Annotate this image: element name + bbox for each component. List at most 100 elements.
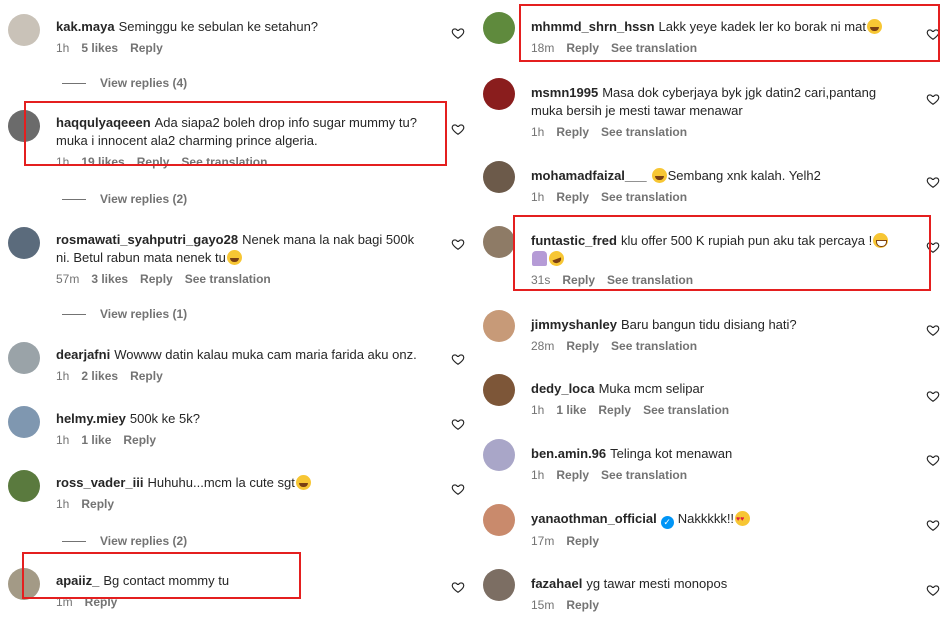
see-translation-button[interactable]: See translation [601,468,687,482]
see-translation-button[interactable]: See translation [601,125,687,139]
comment-timestamp: 57m [56,272,80,286]
comment-likes-count[interactable]: 5 likes [81,41,118,55]
reply-button[interactable]: Reply [556,125,589,139]
comment-text: Seminggu ke sebulan ke setahun? [118,19,319,34]
comment-likes-count[interactable]: 1 like [81,433,111,447]
avatar[interactable] [483,439,515,471]
reply-button[interactable]: Reply [140,272,173,286]
comment-content: msmn1995 Masa dok cyberjaya byk jgk datin… [531,84,901,140]
reply-button[interactable]: Reply [556,190,589,204]
reply-button[interactable]: Reply [130,41,163,55]
comment-username[interactable]: jimmyshanley [531,317,617,332]
comment-text-line: rosmawati_syahputri_gayo28 Nenek mana la … [56,231,426,267]
comment-text-line: dedy_loca Muka mcm selipar [531,380,901,398]
comment-timestamp: 1h [531,125,545,139]
view-replies-button[interactable]: View replies (4) [62,76,187,90]
comment-timestamp: 15m [531,598,555,612]
comment-content: ross_vader_iii Huhuhu...mcm la cute sgt 1h… [56,474,426,512]
replies-divider [62,199,86,201]
comment-likes-count[interactable]: 3 likes [91,272,128,286]
comment-content: mohamadfaizal___ Sembang xnk kalah. Yelh2… [531,167,901,205]
reply-button[interactable]: Reply [130,369,163,383]
comment-likes-count[interactable]: 1 like [556,403,586,417]
avatar[interactable] [483,226,515,258]
avatar[interactable] [8,342,40,374]
avatar[interactable] [483,374,515,406]
avatar[interactable] [8,227,40,259]
comment-content: dedy_loca Muka mcm selipar 1h 1 like Reply Se… [531,380,901,418]
comment-timestamp: 1h [531,190,545,204]
hearteyes-emoji-icon [735,511,751,529]
comment-meta: 1h Reply See translation [531,189,901,205]
like-heart-icon[interactable] [451,417,465,431]
reply-button[interactable]: Reply [81,497,114,511]
comment-username[interactable]: dearjafni [56,347,110,362]
like-heart-icon[interactable] [451,580,465,594]
like-heart-icon[interactable] [451,482,465,496]
comment-timestamp: 1h [56,41,70,55]
like-heart-icon[interactable] [926,389,940,403]
see-translation-button[interactable]: See translation [185,272,271,286]
view-replies-button[interactable]: View replies (2) [62,534,187,548]
comment-username[interactable]: dedy_loca [531,381,595,396]
like-heart-icon[interactable] [451,352,465,366]
comment-meta: 1h Reply [56,496,426,512]
comment-text-line: msmn1995 Masa dok cyberjaya byk jgk datin… [531,84,901,120]
like-heart-icon[interactable] [451,122,465,136]
avatar[interactable] [8,406,40,438]
avatar[interactable] [483,569,515,601]
see-translation-button[interactable]: See translation [611,339,697,353]
comment-timestamp: 1h [531,403,545,417]
comment-username[interactable]: msmn1995 [531,85,598,100]
see-translation-button[interactable]: See translation [643,403,729,417]
comment-meta: 28m Reply See translation [531,338,901,354]
reply-button[interactable]: Reply [566,534,599,548]
comment-content: helmy.miey 500k ke 5k? 1h 1 like Reply [56,410,426,448]
comment-username[interactable]: helmy.miey [56,411,126,426]
like-heart-icon[interactable] [926,92,940,106]
like-heart-icon[interactable] [926,453,940,467]
reply-button[interactable]: Reply [566,598,599,612]
view-replies-button[interactable]: View replies (2) [62,192,187,206]
avatar[interactable] [483,310,515,342]
avatar[interactable] [483,78,515,110]
comment-text-line: jimmyshanley Baru bangun tidu disiang hat… [531,316,901,334]
comment-content: jimmyshanley Baru bangun tidu disiang hat… [531,316,901,354]
like-heart-icon[interactable] [451,237,465,251]
comment-content: yanaothman_official✓Nakkkkk!! 17m Reply [531,510,901,549]
comment-username[interactable]: rosmawati_syahputri_gayo28 [56,232,238,247]
verified-badge-icon: ✓ [660,516,674,529]
comment-username[interactable]: ben.amin.96 [531,446,606,461]
like-heart-icon[interactable] [926,583,940,597]
comment-username[interactable]: ross_vader_iii [56,475,143,490]
replies-divider [62,314,86,316]
comment-meta: 17m Reply [531,533,901,549]
reply-button[interactable]: Reply [123,433,156,447]
reply-button[interactable]: Reply [566,339,599,353]
comment-username[interactable]: yanaothman_official [531,511,657,526]
view-replies-button[interactable]: View replies (1) [62,307,187,321]
comment-meta: 1h 1 like Reply [56,432,426,448]
comments-column-left: kak.maya Seminggu ke sebulan ke setahun? 1… [0,0,475,620]
comment-likes-count[interactable]: 2 likes [81,369,118,383]
like-heart-icon[interactable] [926,175,940,189]
avatar[interactable] [8,470,40,502]
reply-button[interactable]: Reply [556,468,589,482]
like-heart-icon[interactable] [926,323,940,337]
avatar[interactable] [483,12,515,44]
avatar[interactable] [8,14,40,46]
comment-username[interactable]: kak.maya [56,19,115,34]
avatar[interactable] [483,161,515,193]
avatar[interactable] [483,504,515,536]
comment-username[interactable]: mohamadfaizal___ [531,168,647,183]
see-translation-button[interactable]: See translation [601,190,687,204]
like-heart-icon[interactable] [451,26,465,40]
comments-column-right: mhmmd_shrn_hssn Lakk yeye kadek ler ko bo… [475,0,950,620]
like-heart-icon[interactable] [926,518,940,532]
comment-meta: 15m Reply [531,597,901,613]
laugh-emoji-icon [651,168,667,183]
reply-button[interactable]: Reply [598,403,631,417]
comment-text: Huhuhu...mcm la cute sgt [147,475,295,490]
comment-username[interactable]: fazahael [531,576,582,591]
comment-text: Wowww datin kalau muka cam maria farida … [114,347,417,362]
